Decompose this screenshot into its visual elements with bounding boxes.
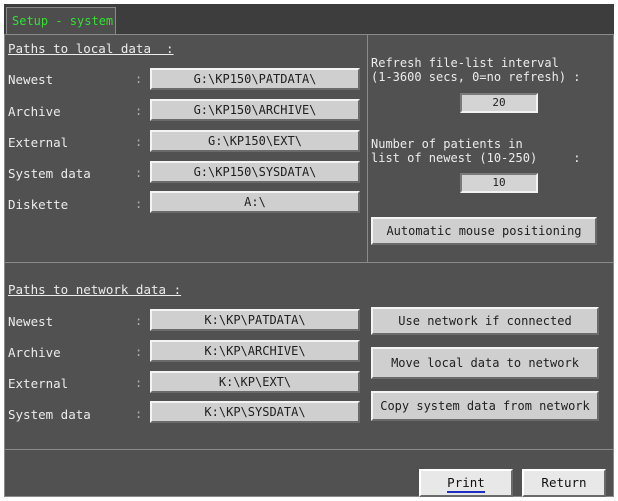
colon: : [135, 407, 143, 421]
local-system-data-path-button[interactable]: G:\KP150\SYSDATA\ [150, 161, 360, 183]
network-paths-header: Paths to network data : [8, 282, 182, 297]
title-bar: Setup - system [4, 4, 614, 34]
colon: : [135, 314, 143, 328]
colon: : [135, 197, 143, 211]
copy-system-data-from-network-button[interactable]: Copy system data from network [371, 391, 599, 421]
colon: : [135, 345, 143, 359]
tab-setup-system[interactable]: Setup - system [6, 7, 116, 34]
local-paths-header: Paths to local data : [8, 41, 174, 56]
local-archive-label: Archive [8, 104, 61, 119]
network-system-data-label: System data [8, 407, 91, 422]
local-external-path-button[interactable]: G:\KP150\EXT\ [150, 130, 360, 152]
network-external-path-button[interactable]: K:\KP\EXT\ [150, 371, 360, 393]
automatic-mouse-positioning-button[interactable]: Automatic mouse positioning [371, 217, 597, 245]
use-network-if-connected-button[interactable]: Use network if connected [371, 307, 599, 335]
return-button[interactable]: Return [522, 469, 606, 497]
local-archive-path-button[interactable]: G:\KP150\ARCHIVE\ [150, 99, 360, 121]
network-system-data-path-button[interactable]: K:\KP\SYSDATA\ [150, 401, 360, 423]
move-local-data-to-network-button[interactable]: Move local data to network [371, 347, 599, 379]
network-archive-label: Archive [8, 345, 61, 360]
refresh-interval-input[interactable]: 20 [460, 93, 538, 113]
print-button-label: Print [447, 475, 485, 493]
local-newest-path-button[interactable]: G:\KP150\PATDATA\ [150, 68, 360, 90]
local-system-data-label: System data [8, 166, 91, 181]
network-newest-path-button[interactable]: K:\KP\PATDATA\ [150, 309, 360, 331]
local-diskette-path-button[interactable]: A:\ [150, 191, 360, 213]
refresh-interval-label-line2: (1-3600 secs, 0=no refresh) : [371, 70, 581, 84]
colon: : [135, 135, 143, 149]
network-newest-label: Newest [8, 314, 54, 329]
local-newest-label: Newest [8, 72, 54, 87]
colon: : [135, 72, 143, 86]
colon: : [135, 166, 143, 180]
patients-count-input[interactable]: 10 [460, 173, 538, 193]
refresh-interval-label-line1: Refresh file-list interval [371, 56, 559, 70]
setup-window: Setup - system Paths to local data : New… [4, 4, 614, 497]
colon: : [135, 376, 143, 390]
print-button[interactable]: Print [419, 469, 513, 497]
network-archive-path-button[interactable]: K:\KP\ARCHIVE\ [150, 340, 360, 362]
colon: : [135, 104, 143, 118]
network-external-label: External [8, 376, 69, 391]
local-external-label: External [8, 135, 69, 150]
local-diskette-label: Diskette [8, 197, 69, 212]
patients-count-label-line1: Number of patients in [371, 137, 523, 151]
patients-count-label-line2: list of newest (10-250) : [371, 151, 581, 165]
